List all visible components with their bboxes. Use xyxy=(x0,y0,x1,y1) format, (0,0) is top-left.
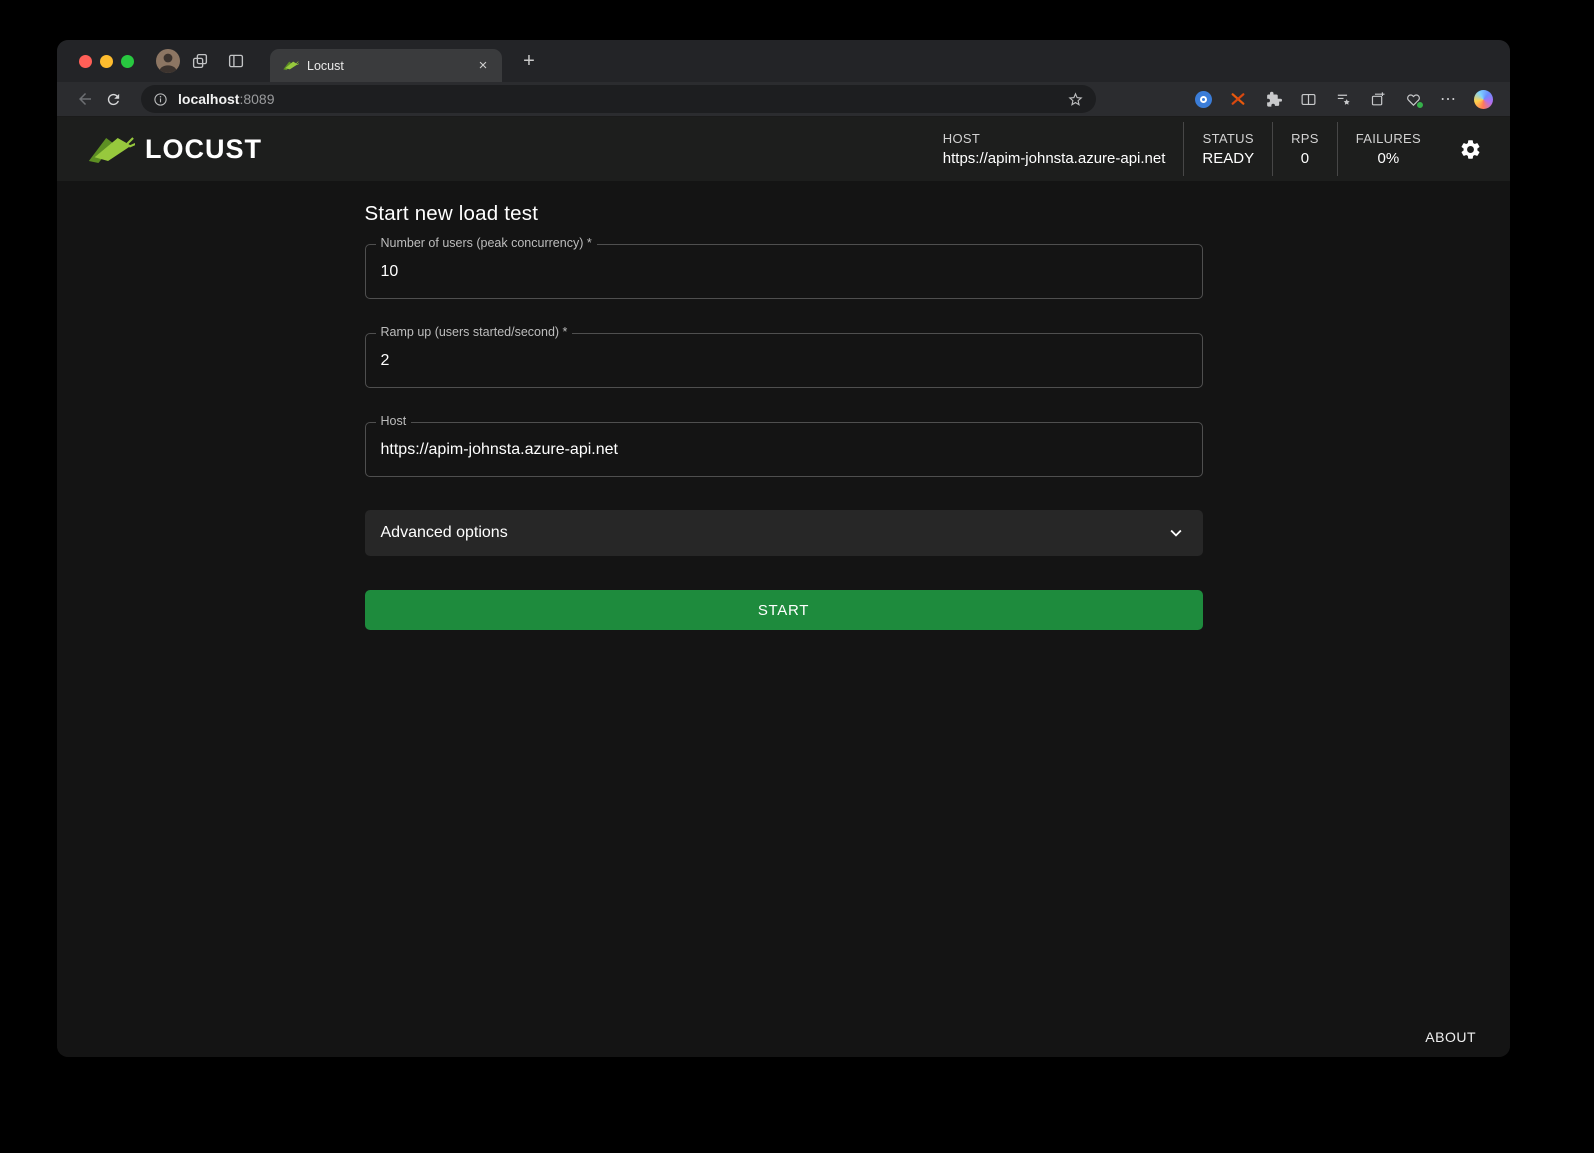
new-tab-button[interactable]: + xyxy=(516,48,542,74)
stat-failures-value: 0% xyxy=(1356,150,1421,167)
stat-host-value: https://apim-johnsta.azure-api.net xyxy=(943,150,1166,167)
host-field: Host xyxy=(365,422,1203,477)
locust-header: LOCUST HOST https://apim-johnsta.azure-a… xyxy=(57,117,1510,181)
users-field-label-text: Number of users (peak concurrency) xyxy=(381,236,584,250)
tab-title: Locust xyxy=(307,59,474,73)
url-port: :8089 xyxy=(239,91,274,107)
load-test-form: Start new load test Number of users (pea… xyxy=(365,181,1203,630)
back-arrow-icon xyxy=(76,90,94,108)
address-bar[interactable]: localhost:8089 xyxy=(141,85,1096,113)
stat-failures: FAILURES 0% xyxy=(1338,131,1439,167)
back-button[interactable] xyxy=(71,85,99,113)
pinned-extension-1-button[interactable] xyxy=(1190,86,1216,112)
extension-blue-circle-icon xyxy=(1195,91,1212,108)
required-asterisk: * xyxy=(587,236,592,250)
page-title: Start new load test xyxy=(365,202,1203,226)
split-screen-button[interactable] xyxy=(1295,86,1321,112)
puzzle-extensions-icon xyxy=(1265,91,1282,108)
essentials-status-dot xyxy=(1416,101,1424,109)
profile-avatar[interactable] xyxy=(156,49,180,73)
required-asterisk: * xyxy=(563,325,568,339)
copilot-button[interactable] xyxy=(1470,86,1496,112)
ramp-up-input[interactable] xyxy=(366,334,1202,387)
favorites-icon xyxy=(1335,91,1352,108)
tab-strip: Locust × + xyxy=(57,40,1510,82)
main-content: Start new load test Number of users (pea… xyxy=(57,181,1510,1057)
collections-icon xyxy=(1370,91,1387,108)
stat-host: HOST https://apim-johnsta.azure-api.net xyxy=(925,131,1184,167)
url-host: localhost xyxy=(178,91,239,107)
stat-rps: RPS 0 xyxy=(1273,131,1337,167)
stat-rps-label: RPS xyxy=(1291,131,1319,146)
toolbar-right-cluster: ⋯ xyxy=(1190,86,1496,112)
tab-close-button[interactable]: × xyxy=(474,57,492,75)
users-field-label: Number of users (peak concurrency) * xyxy=(376,236,597,250)
browser-window: Locust × + localhost:8089 xyxy=(57,40,1510,1057)
site-info-icon[interactable] xyxy=(153,92,168,107)
copilot-icon xyxy=(1474,90,1493,109)
stat-status-value: READY xyxy=(1202,150,1254,167)
stat-host-label: HOST xyxy=(943,131,1166,146)
locust-favicon xyxy=(282,59,299,72)
header-stats: HOST https://apim-johnsta.azure-api.net … xyxy=(925,117,1482,181)
host-field-label: Host xyxy=(376,414,412,428)
host-field-label-text: Host xyxy=(381,414,407,428)
gear-icon xyxy=(1459,138,1482,161)
url-text: localhost:8089 xyxy=(178,91,1067,107)
person-silhouette-icon xyxy=(156,49,180,73)
workspaces-icon xyxy=(191,52,209,70)
stat-failures-label: FAILURES xyxy=(1356,131,1421,146)
sidebar-panel-icon xyxy=(227,52,245,70)
ramp-up-field: Ramp up (users started/second) * xyxy=(365,333,1203,388)
favorite-star-button[interactable] xyxy=(1067,91,1084,108)
tab-actions-button[interactable] xyxy=(220,46,252,76)
users-input[interactable] xyxy=(366,245,1202,298)
locust-brand: LOCUST xyxy=(85,132,262,167)
reload-button[interactable] xyxy=(99,85,127,113)
stat-status-label: STATUS xyxy=(1202,131,1254,146)
minimize-window-button[interactable] xyxy=(100,55,113,68)
zoom-window-button[interactable] xyxy=(121,55,134,68)
split-screen-icon xyxy=(1300,91,1317,108)
more-menu-button[interactable]: ⋯ xyxy=(1435,86,1461,112)
advanced-options-accordion[interactable]: Advanced options xyxy=(365,510,1203,556)
start-button[interactable]: START xyxy=(365,590,1203,630)
favorites-button[interactable] xyxy=(1330,86,1356,112)
advanced-options-label: Advanced options xyxy=(381,524,508,542)
settings-button[interactable] xyxy=(1459,138,1482,161)
browser-essentials-button[interactable] xyxy=(1400,86,1426,112)
extensions-button[interactable] xyxy=(1260,86,1286,112)
pinned-extension-2-button[interactable] xyxy=(1225,86,1251,112)
star-icon xyxy=(1067,91,1084,108)
about-link[interactable]: ABOUT xyxy=(1425,1029,1476,1045)
users-field: Number of users (peak concurrency) * xyxy=(365,244,1203,299)
chevron-down-icon xyxy=(1165,522,1187,544)
workspaces-button[interactable] xyxy=(184,46,216,76)
collections-button[interactable] xyxy=(1365,86,1391,112)
browser-toolbar: localhost:8089 xyxy=(57,82,1510,117)
reload-icon xyxy=(105,91,122,108)
ramp-up-field-label-text: Ramp up (users started/second) xyxy=(381,325,560,339)
close-window-button[interactable] xyxy=(79,55,92,68)
brand-wordmark: LOCUST xyxy=(145,134,262,165)
window-controls xyxy=(79,55,134,68)
locust-logo-icon xyxy=(85,132,135,167)
host-input[interactable] xyxy=(366,423,1202,476)
stat-status: STATUS READY xyxy=(1184,131,1272,167)
ramp-up-field-label: Ramp up (users started/second) * xyxy=(376,325,573,339)
extension-orange-icon xyxy=(1230,91,1246,107)
stat-rps-value: 0 xyxy=(1291,150,1319,167)
browser-tab-locust[interactable]: Locust × xyxy=(270,49,502,82)
